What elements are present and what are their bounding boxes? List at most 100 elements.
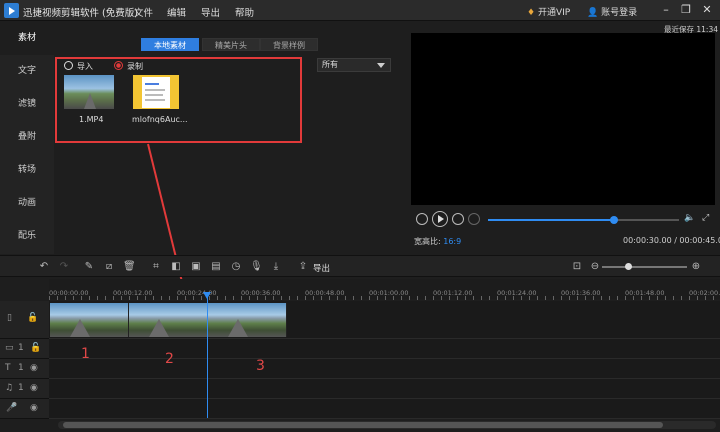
aspect-ratio-value: 16:9 — [443, 237, 462, 246]
preview-screen[interactable] — [411, 33, 715, 205]
play-button[interactable] — [432, 211, 448, 227]
delete-icon[interactable]: 🗑 — [123, 261, 136, 273]
sidebar-item-overlay[interactable]: 叠附 — [0, 121, 54, 154]
vip-label: 开通VIP — [537, 8, 571, 18]
close-icon[interactable]: ✕ — [701, 3, 713, 17]
video-clip[interactable] — [129, 303, 208, 337]
volume-icon[interactable]: 🔈 — [684, 213, 695, 223]
export-label[interactable]: 导出 — [313, 262, 330, 274]
freeze-icon[interactable]: ▤ — [210, 261, 222, 273]
text-track[interactable] — [49, 359, 720, 379]
pip-track[interactable] — [49, 339, 720, 359]
timeline-toolbar: ↶ ↷ ✎ ⧄ 🗑 ⌗ ◧ ▣ ▤ ◷ 🎙 ⤓ ⇪ 导出 ⊡ ⊖ ⊕ — [0, 255, 720, 277]
menu-export[interactable]: 导出 — [201, 5, 220, 19]
tab-background[interactable]: 背景样例 — [260, 38, 318, 51]
login-button[interactable]: 👤 账号登录 — [587, 5, 637, 18]
track-count: 1 — [18, 343, 24, 353]
fit-icon[interactable]: ⊡ — [571, 261, 583, 273]
zoom-slider-handle[interactable] — [624, 263, 632, 270]
text-track-icon: T — [5, 363, 11, 373]
playhead[interactable] — [207, 292, 208, 418]
clock-icon[interactable]: ◷ — [230, 261, 242, 273]
login-label: 账号登录 — [601, 8, 638, 18]
redo-icon[interactable]: ↷ — [58, 261, 70, 273]
playhead-handle[interactable] — [203, 292, 211, 299]
annotation-highlight-box — [55, 57, 302, 143]
video-clip[interactable] — [208, 303, 287, 337]
zoom-in-icon[interactable]: ⊕ — [690, 261, 702, 273]
lock-icon[interactable]: 🔓 — [27, 313, 38, 323]
minimize-icon[interactable]: – — [660, 3, 672, 17]
edit-icon[interactable]: ✎ — [83, 261, 95, 273]
left-sidebar: 素材 文字 滤镜 叠附 转场 动画 配乐 — [0, 22, 54, 254]
video-track-icon: ▯ — [7, 313, 12, 323]
music-track-icon: ♫ — [5, 383, 14, 393]
zoom-out-icon[interactable]: ⊖ — [589, 261, 601, 273]
menu-file[interactable]: 文件 — [134, 5, 153, 19]
split-icon[interactable]: ⧄ — [103, 261, 115, 273]
progress-fill — [488, 219, 615, 221]
undo-icon[interactable]: ↶ — [38, 261, 50, 273]
menu-edit[interactable]: 编辑 — [167, 5, 186, 19]
app-logo-icon — [4, 3, 19, 18]
crop-icon[interactable]: ⌗ — [150, 261, 162, 273]
clip-frame — [70, 319, 90, 337]
app-window: 迅捷视频剪辑软件 (免费版) 文件 编辑 导出 帮助 ♦ 开通VIP 👤 账号登… — [0, 0, 720, 432]
track-header-pip: ▭ 1 🔓 — [0, 339, 49, 359]
track-count: 1 — [18, 363, 24, 373]
annotation-number: 1 — [81, 346, 90, 362]
user-icon: 👤 — [587, 8, 599, 18]
track-header-video: ▯ 🔓 — [0, 301, 49, 339]
pip-track-icon: ▭ — [5, 343, 14, 353]
filter-select[interactable]: 所有 — [317, 58, 391, 72]
lock-icon[interactable]: 🔓 — [30, 343, 41, 353]
visibility-icon[interactable]: ◉ — [30, 363, 38, 373]
sidebar-item-text[interactable]: 文字 — [0, 55, 54, 88]
timeline-scrollbar[interactable] — [58, 421, 716, 429]
voice-track[interactable] — [49, 399, 720, 419]
time-display: 00:00:30.00 / 00:00:45.00 — [623, 236, 720, 245]
prev-frame-button[interactable] — [416, 213, 428, 225]
scrollbar-thumb[interactable] — [63, 422, 663, 428]
stop-button[interactable] — [468, 213, 480, 225]
aspect-ratio[interactable]: 宽高比: 16:9 — [414, 236, 461, 247]
menu-help[interactable]: 帮助 — [235, 5, 254, 19]
sidebar-item-filter[interactable]: 滤镜 — [0, 88, 54, 121]
annotation-number: 2 — [165, 351, 174, 367]
aspect-ratio-label: 宽高比: — [414, 237, 441, 246]
export-icon[interactable]: ⇪ — [297, 261, 309, 273]
microphone-track-icon: 🎤 — [6, 403, 18, 413]
ruler-ticks — [49, 296, 720, 300]
mute-icon[interactable]: ◉ — [30, 403, 38, 413]
title-bar: 迅捷视频剪辑软件 (免费版) 文件 编辑 导出 帮助 ♦ 开通VIP 👤 账号登… — [0, 0, 720, 21]
video-clip[interactable] — [50, 303, 129, 337]
music-track[interactable] — [49, 379, 720, 399]
chevron-down-icon — [377, 63, 385, 68]
filter-select-value: 所有 — [322, 60, 338, 69]
play-icon — [438, 215, 444, 223]
zoom-slider[interactable] — [602, 266, 687, 268]
sidebar-item-transition[interactable]: 转场 — [0, 154, 54, 187]
clip-frame — [228, 319, 248, 337]
track-count: 1 — [18, 383, 24, 393]
tab-intro[interactable]: 精美片头 — [202, 38, 260, 51]
sidebar-item-material[interactable]: 素材 — [0, 22, 54, 55]
next-frame-button[interactable] — [452, 213, 464, 225]
track-header-text: T 1 ◉ — [0, 359, 49, 379]
fullscreen-icon[interactable]: ⤢ — [702, 213, 709, 223]
tab-local-material[interactable]: 本地素材 — [141, 38, 199, 51]
annotation-number: 3 — [256, 358, 265, 374]
mute-icon[interactable]: ◉ — [30, 383, 38, 393]
vip-button[interactable]: ♦ 开通VIP — [527, 5, 570, 18]
crown-icon: ♦ — [527, 8, 536, 18]
speed-icon[interactable]: ◧ — [170, 261, 182, 273]
playback-progress[interactable] — [488, 216, 679, 224]
sidebar-item-animation[interactable]: 动画 — [0, 187, 54, 220]
sidebar-item-music[interactable]: 配乐 — [0, 220, 54, 253]
download-icon[interactable]: ⤓ — [270, 261, 282, 273]
mosaic-icon[interactable]: ▣ — [190, 261, 202, 273]
restore-icon[interactable]: ❐ — [680, 3, 692, 17]
progress-handle[interactable] — [610, 216, 619, 224]
microphone-icon[interactable]: 🎙 — [250, 261, 263, 273]
app-title: 迅捷视频剪辑软件 (免费版) — [23, 8, 138, 19]
